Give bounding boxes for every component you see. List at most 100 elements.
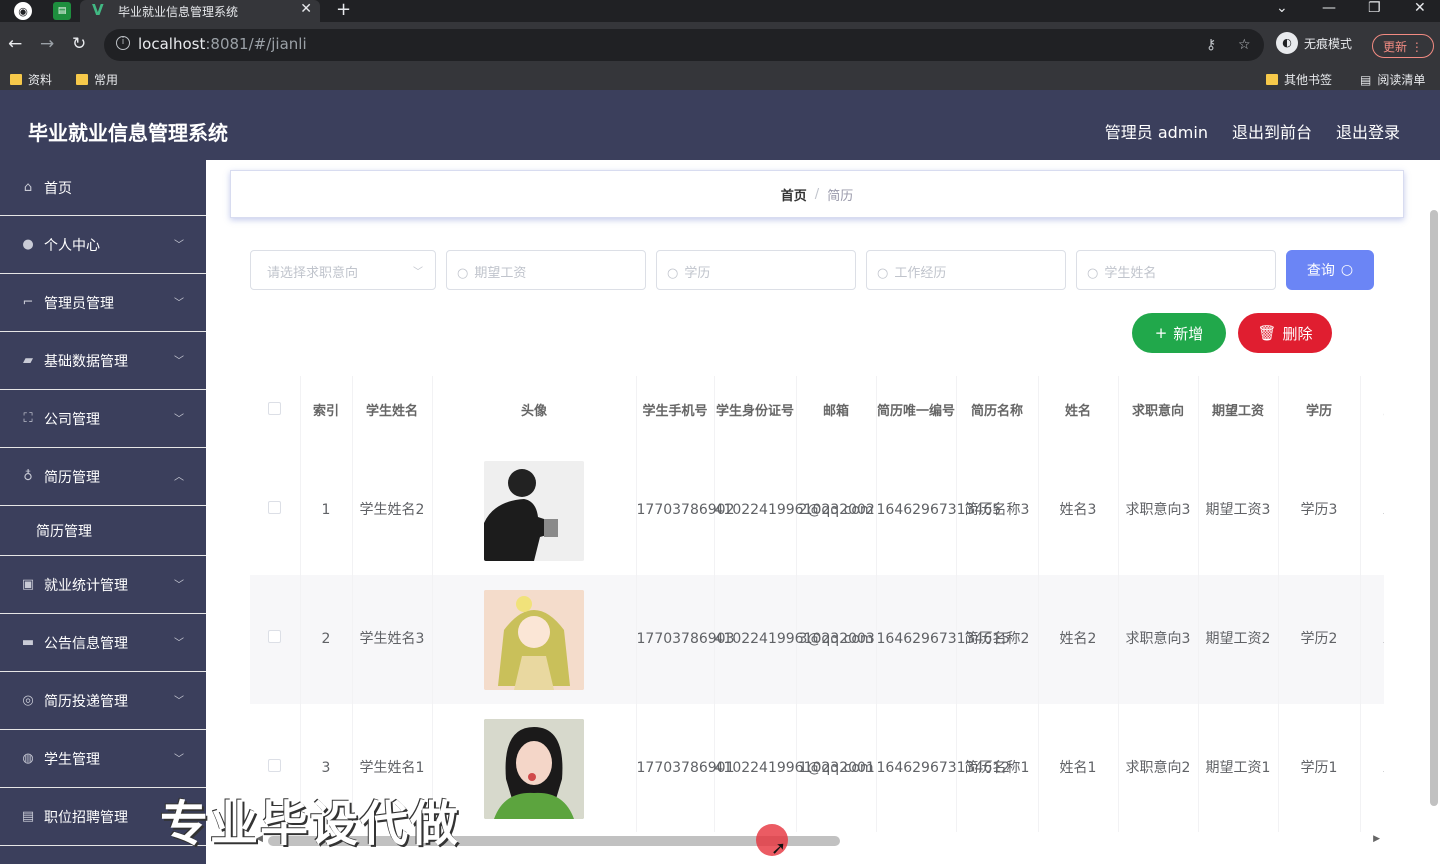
student-icon: ◍ [22,751,34,766]
sidebar-item-students[interactable]: ◍ 学生管理 ﹀ [0,730,206,788]
cell-index: 1 [300,446,353,575]
cell-email: 3@qq.com [796,575,877,704]
table-header-row: 索引 学生姓名 头像 学生手机号 学生身份证号 邮箱 简历唯一编号 简历名称 姓… [250,376,1384,446]
bookmark-label: 其他书签 [1284,73,1333,87]
globe-icon[interactable]: ◉ [14,2,32,20]
sidebar-item-home[interactable]: ⌂ 首页 [0,160,206,216]
app-header: 毕业就业信息管理系统 管理员 admin 退出到前台 退出登录 [0,90,1440,160]
scroll-right-icon[interactable]: ▶ [1373,834,1380,844]
trash-icon: 🗑 [1257,324,1277,342]
cell-index: 2 [300,575,353,704]
minimize-icon[interactable]: — [1322,0,1336,16]
add-label: 新增 [1173,324,1204,343]
cell-name: 姓名2 [1038,575,1119,704]
url-host: localhost [138,35,206,53]
chevron-down-icon: ﹀ [174,298,184,309]
row-checkbox-cell[interactable] [250,446,301,575]
student-name-placeholder: 学生姓名 [1104,266,1157,281]
intent-select[interactable]: 请选择求职意向 ﹀ [250,250,436,290]
cell-education: 学历2 [1278,575,1361,704]
new-tab-icon[interactable]: + [336,0,351,20]
bookmark-folder[interactable]: 常用 [76,71,118,88]
sidebar-item-label: 职位招聘管理 [44,809,128,826]
forward-icon[interactable]: → [40,34,54,54]
cell-intent: 求职意向3 [1118,575,1199,704]
education-search-input[interactable]: ○ 学历 [656,250,856,290]
incognito-indicator[interactable]: ◐ 无痕模式 [1276,32,1352,54]
sheet-tab-icon[interactable]: ▤ [53,2,71,20]
vertical-scrollbar-thumb[interactable] [1430,210,1438,806]
sidebar-item-admins[interactable]: ⌐ 管理员管理 ﹀ [0,274,206,332]
cell-resume-name: 简历名称1 [956,704,1039,832]
sidebar-subitem-label: 简历管理 [36,523,92,540]
send-icon: ◎ [22,693,34,708]
folder-icon [76,74,88,85]
close-tab-icon[interactable]: ✕ [300,1,312,17]
select-all-cell[interactable] [250,376,301,446]
sidebar-item-resume-delivery[interactable]: ◎ 简历投递管理 ﹀ [0,672,206,730]
delete-button[interactable]: 🗑 删除 [1238,313,1332,353]
address-bar[interactable]: i localhost:8081/#/jianli ⚷ ☆ [104,29,1264,61]
star-icon[interactable]: ☆ [1238,37,1251,53]
cell-work: 工 [1360,446,1384,575]
row-checkbox[interactable] [268,630,282,643]
salary-search-input[interactable]: ○ 期望工资 [446,250,646,290]
row-checkbox-cell[interactable] [250,575,301,704]
incognito-label: 无痕模式 [1304,36,1353,51]
chevron-up-icon: ︿ [174,472,184,483]
sidebar-subitem-resumes[interactable]: 简历管理 [0,506,206,556]
student-name-search-input[interactable]: ○ 学生姓名 [1076,250,1276,290]
add-button[interactable]: + 新增 [1132,313,1226,353]
folder-icon [10,74,22,85]
sidebar-item-notices[interactable]: ▬ 公告信息管理 ﹀ [0,614,206,672]
table-row[interactable]: 1 学生姓名2 17703786902 410224199610232002 2… [250,446,1384,575]
cell-phone: 17703786901 [636,704,734,832]
other-bookmarks[interactable]: 其他书签 [1266,71,1332,88]
update-button[interactable]: 更新 ⋮ [1372,34,1434,58]
experience-placeholder: 工作经历 [894,266,947,281]
browser-tab-active[interactable]: V 毕业就业信息管理系统 ✕ [80,0,320,22]
experience-search-input[interactable]: ○ 工作经历 [866,250,1066,290]
row-checkbox[interactable] [268,759,282,772]
cell-student: 学生姓名3 [352,575,433,704]
vertical-scrollbar[interactable] [1428,210,1440,806]
bookmark-folder[interactable]: 资料 [10,71,52,88]
close-window-icon[interactable]: ✕ [1414,0,1426,16]
breadcrumb-current: 简历 [827,188,854,204]
sidebar-item-label: 就业统计管理 [44,577,128,594]
column-header: 学生姓名 [352,376,433,446]
reload-icon[interactable]: ↻ [72,34,86,54]
main-content: 首页 / 简历 请选择求职意向 ﹀ ○ 期望工资 ○ 学历 ○ 工作经历 ○ 学生姓名 … [206,160,1440,864]
restore-icon[interactable]: ❐ [1368,0,1381,16]
query-button[interactable]: 查询 ○ [1286,250,1374,290]
sidebar-item-profile[interactable]: ● 个人中心 ﹀ [0,216,206,274]
cell-work: 工 [1360,704,1384,832]
select-all-checkbox[interactable] [268,401,282,415]
reading-list[interactable]: ▤ 阅读清单 [1360,71,1425,88]
sidebar-item-companies[interactable]: ⛶ 公司管理 ﹀ [0,390,206,448]
intent-select-placeholder: 请选择求职意向 [267,266,359,281]
exit-to-front-link[interactable]: 退出到前台 [1232,119,1312,143]
sidebar-item-basic-data[interactable]: ▰ 基础数据管理 ﹀ [0,332,206,390]
sidebar-item-label: 简历管理 [44,469,100,486]
search-icon: ○ [877,266,889,281]
sidebar-item-employment-stats[interactable]: ▣ 就业统计管理 ﹀ [0,556,206,614]
sidebar-item-label: 公告信息管理 [44,635,128,652]
mic-icon: ♁ [23,469,33,484]
back-icon[interactable]: ← [8,34,22,54]
site-info-icon[interactable]: i [116,36,130,50]
sidebar: ⌂ 首页 ● 个人中心 ﹀ ⌐ 管理员管理 ﹀ ▰ 基础数据管理 ﹀ ⛶ 公司管理 ﹀ ♁ 简历管理… [0,160,206,864]
table-row[interactable]: 2 学生姓名3 17703786903 410224199610232003 3… [250,575,1384,704]
cell-code: 164629673134612 [876,704,1010,832]
tab-search-chevron-icon[interactable]: ⌄ [1276,0,1288,16]
salary-placeholder: 期望工资 [474,266,527,281]
row-checkbox[interactable] [268,501,282,514]
logout-link[interactable]: 退出登录 [1336,119,1400,143]
cell-name: 姓名1 [1038,704,1119,832]
key-icon[interactable]: ⚷ [1206,37,1216,53]
breadcrumb-home[interactable]: 首页 [781,185,807,204]
browser-toolbar: ← → ↻ i localhost:8081/#/jianli ⚷ ☆ ◐ 无痕… [0,22,1440,68]
sidebar-item-resumes[interactable]: ♁ 简历管理 ︿ [0,448,206,506]
chevron-down-icon: ﹀ [174,356,184,367]
column-header: 学历 [1278,376,1361,446]
